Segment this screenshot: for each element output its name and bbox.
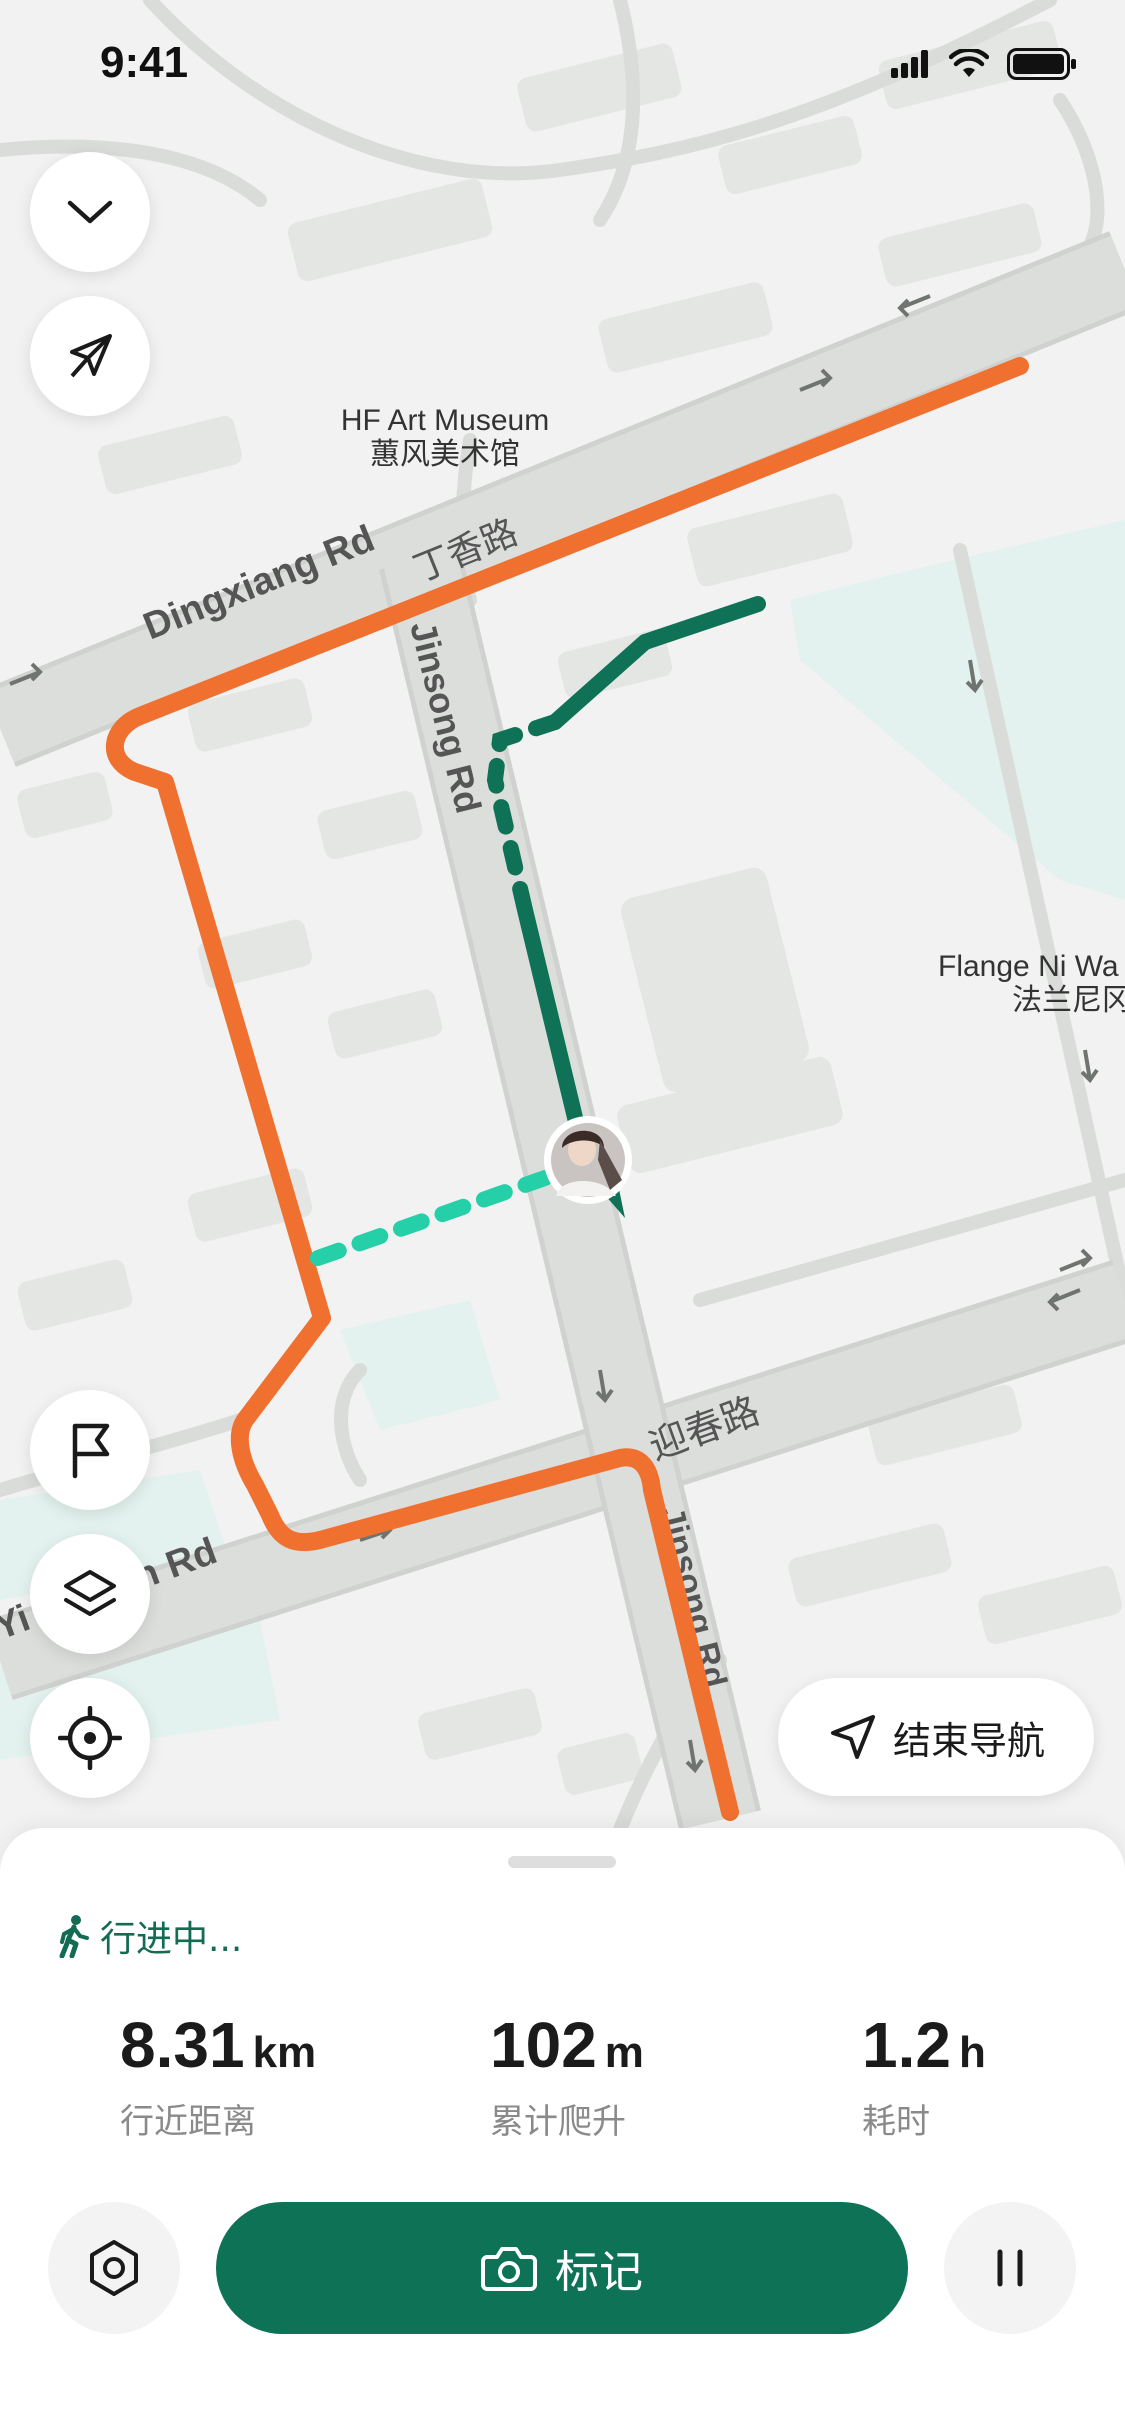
locate-button[interactable] <box>30 1678 150 1798</box>
crosshair-icon <box>58 1706 122 1770</box>
stat-distance-value: 8.31 <box>120 2009 245 2081</box>
walking-person-icon <box>59 1915 89 1958</box>
mark-button[interactable]: 标记 <box>216 2202 908 2334</box>
camera-icon <box>481 2247 537 2291</box>
stat-ascent: 102 m 累计爬升 <box>490 2008 644 2143</box>
stat-duration-unit: h <box>958 2028 986 2077</box>
tracking-status: 行进中... <box>56 1910 242 1962</box>
sheet-drag-handle[interactable] <box>508 1856 616 1868</box>
stat-duration-value: 1.2 <box>862 2009 951 2081</box>
poi-museum-en: HF Art Museum <box>341 404 549 437</box>
compass-icon <box>70 334 112 378</box>
pause-button[interactable] <box>944 2202 1076 2334</box>
stat-distance-unit: km <box>252 2028 317 2077</box>
collapse-button[interactable] <box>30 152 150 272</box>
stat-duration-label: 耗时 <box>862 2102 930 2142</box>
layers-button[interactable] <box>30 1534 150 1654</box>
poi-flange-en: Flange Ni Wa <box>938 950 1119 983</box>
battery-icon <box>1007 48 1076 80</box>
stat-distance-label: 行近距离 <box>120 2102 256 2142</box>
stat-ascent-value: 102 <box>490 2009 597 2081</box>
end-navigation-label: 结束导航 <box>892 1718 1045 1763</box>
pause-icon <box>997 2249 1023 2287</box>
poi-flange-zh: 法兰尼冈 <box>1012 984 1125 1017</box>
stat-duration: 1.2 h 耗时 <box>862 2008 986 2143</box>
end-navigation-button[interactable]: 结束导航 <box>778 1678 1094 1796</box>
layers-icon <box>64 1570 116 1616</box>
wifi-icon <box>949 49 989 77</box>
stat-ascent-unit: m <box>604 2028 644 2077</box>
settings-button[interactable] <box>48 2202 180 2334</box>
navigation-arrow-icon <box>830 1715 875 1759</box>
tracking-status-text: 行进中... <box>100 1919 243 1960</box>
flag-icon <box>72 1423 110 1479</box>
cellular-signal-icon <box>891 50 928 78</box>
stat-ascent-label: 累计爬升 <box>490 2102 626 2142</box>
status-icons <box>891 48 1077 80</box>
settings-hexagon-icon <box>90 2240 138 2296</box>
tracking-sheet: 行进中... 8.31 km 行近距离 102 m 累计爬升 1.2 h 耗时 <box>0 1828 1125 2436</box>
poi-museum-zh: 蕙风美术馆 <box>370 438 520 471</box>
flag-button[interactable] <box>30 1390 150 1510</box>
chevron-down-icon <box>67 200 113 224</box>
stat-distance: 8.31 km 行近距离 <box>120 2008 316 2143</box>
compass-button[interactable] <box>30 296 150 416</box>
mark-button-label: 标记 <box>555 2247 643 2298</box>
status-time: 9:41 <box>100 38 189 87</box>
